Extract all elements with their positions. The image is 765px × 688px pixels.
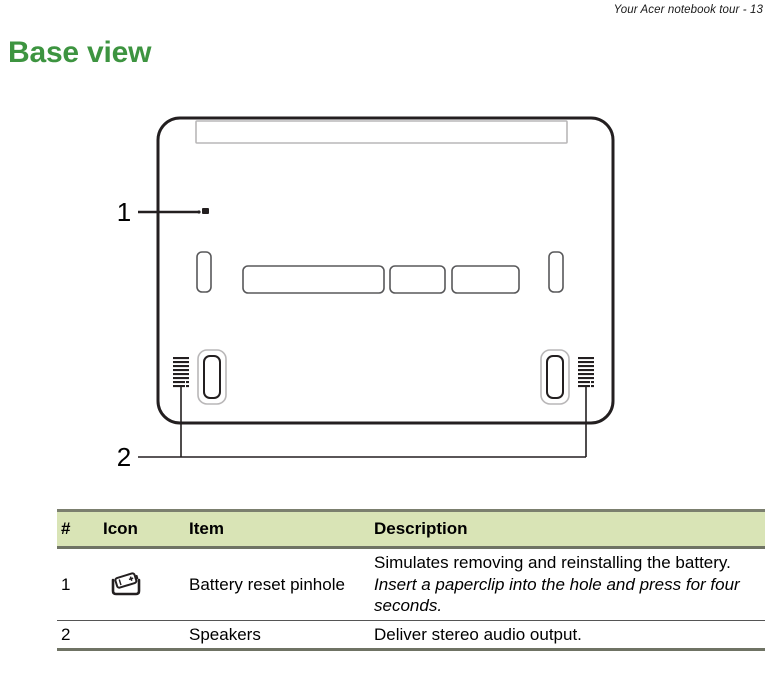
callout-label-2: 2 (117, 442, 131, 472)
row-icon-cell (99, 547, 185, 621)
vent-narrow (389, 265, 446, 294)
row-description-plain: Simulates removing and reinstalling the … (374, 553, 731, 572)
row-number: 2 (57, 620, 99, 651)
top-panel-bar (195, 120, 568, 144)
table-header-row: # Icon Item Description (57, 509, 765, 549)
row-item: Speakers (185, 620, 370, 651)
row-number: 1 (57, 547, 99, 621)
right-side-slot (548, 251, 564, 293)
page-running-header: Your Acer notebook tour - 13 (0, 0, 765, 20)
right-rubber-foot (540, 349, 570, 405)
battery-reset-icon (109, 571, 143, 597)
row-description-plain: Deliver stereo audio output. (374, 624, 582, 644)
left-side-slot (196, 251, 212, 293)
row-description-italic: Insert a paperclip into the hole and pre… (374, 574, 740, 616)
column-header-icon: Icon (99, 509, 185, 549)
vent-medium (451, 265, 520, 294)
row-item: Battery reset pinhole (185, 547, 370, 621)
column-header-description: Description (370, 509, 765, 549)
left-rubber-foot (197, 349, 227, 405)
table-row: 2 Speakers Deliver stereo audio output. (57, 620, 765, 651)
column-header-item: Item (185, 509, 370, 549)
column-header-number: # (57, 509, 99, 549)
base-view-figure: 1 2 (0, 100, 765, 490)
row-description: Simulates removing and reinstalling the … (370, 547, 765, 621)
vent-wide (242, 265, 385, 294)
running-head-text: Your Acer notebook tour - 13 (613, 4, 763, 16)
base-view-components-table: # Icon Item Description 1 Battery reset … (57, 509, 765, 651)
page-title: Base view (8, 36, 152, 69)
table-row: 1 Battery reset pinhole Simulates removi… (57, 547, 765, 621)
row-description: Deliver stereo audio output. (370, 620, 765, 651)
row-icon-cell (99, 620, 185, 651)
callout-label-1: 1 (117, 197, 131, 227)
